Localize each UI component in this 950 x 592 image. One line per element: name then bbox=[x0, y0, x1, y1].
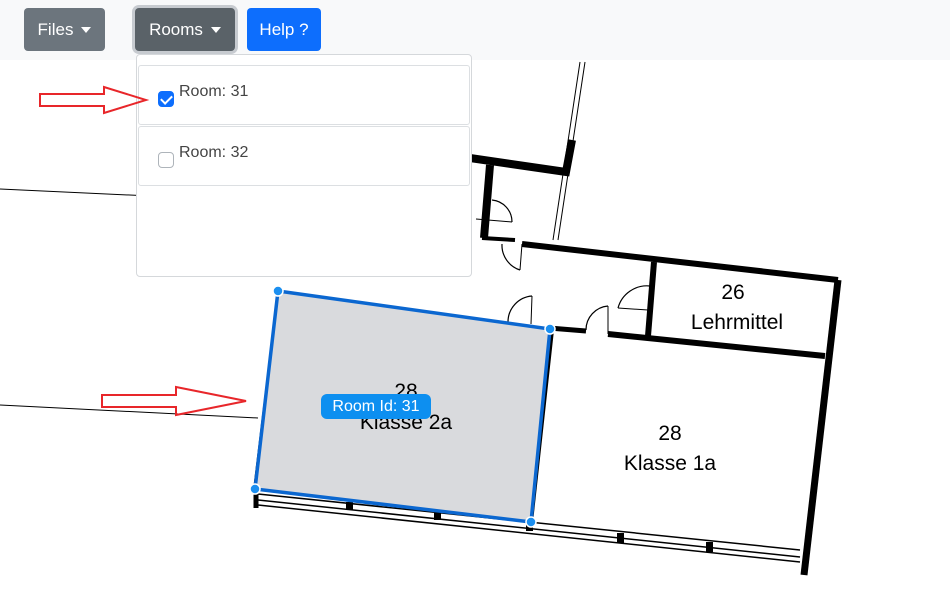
wall bbox=[645, 261, 657, 337]
pillar bbox=[346, 502, 353, 510]
room-option-label: Room: 32 bbox=[179, 144, 249, 161]
polygon-vertex-handle[interactable] bbox=[525, 516, 537, 528]
room-id-tooltip: Room Id: 31 bbox=[321, 394, 431, 419]
door-leaf bbox=[617, 307, 649, 311]
wall bbox=[800, 279, 842, 576]
polygon-vertex-handle[interactable] bbox=[272, 285, 284, 297]
door-arc bbox=[617, 285, 651, 309]
pillar bbox=[617, 533, 624, 543]
room-option-32[interactable]: Room: 32 bbox=[138, 126, 470, 186]
room-number: 26 bbox=[721, 281, 744, 304]
caret-down-icon bbox=[210, 26, 221, 33]
help-button[interactable]: Help ? bbox=[247, 8, 321, 51]
room-name: Lehrmittel bbox=[691, 311, 783, 334]
rooms-menu-button[interactable]: Rooms bbox=[135, 8, 235, 51]
polygon-vertex-handle[interactable] bbox=[249, 483, 261, 495]
annotation-arrow-icon bbox=[101, 385, 247, 417]
rooms-button-label: Rooms bbox=[149, 19, 203, 39]
room-option-31[interactable]: Room: 31 bbox=[138, 65, 470, 125]
door-arc bbox=[491, 199, 513, 223]
polygon-vertex-handle[interactable] bbox=[544, 323, 556, 335]
help-button-label: Help ? bbox=[259, 19, 309, 39]
wall bbox=[480, 164, 494, 239]
files-menu-button[interactable]: Files bbox=[24, 8, 105, 51]
door-leaf bbox=[519, 243, 523, 271]
wall bbox=[607, 331, 826, 359]
wall bbox=[521, 241, 839, 283]
checkbox-checked-icon[interactable] bbox=[158, 91, 174, 107]
toolbar: Files Rooms Help ? bbox=[0, 0, 950, 60]
annotation-arrow-icon bbox=[39, 85, 150, 115]
wall bbox=[469, 139, 576, 177]
caret-down-icon bbox=[81, 26, 92, 33]
room-option-label: Room: 31 bbox=[179, 83, 249, 100]
pillar bbox=[706, 542, 713, 552]
room-number: 28 bbox=[658, 422, 681, 445]
door-arc bbox=[585, 305, 609, 331]
door-arc bbox=[501, 243, 521, 271]
rooms-dropdown-menu: Room: 31 Room: 32 bbox=[136, 54, 472, 277]
door-arc bbox=[507, 295, 533, 323]
room-name: Klasse 1a bbox=[624, 452, 717, 475]
door-leaf bbox=[530, 295, 533, 325]
wall bbox=[481, 236, 516, 242]
checkbox-unchecked-icon[interactable] bbox=[158, 152, 174, 168]
files-button-label: Files bbox=[37, 19, 74, 39]
